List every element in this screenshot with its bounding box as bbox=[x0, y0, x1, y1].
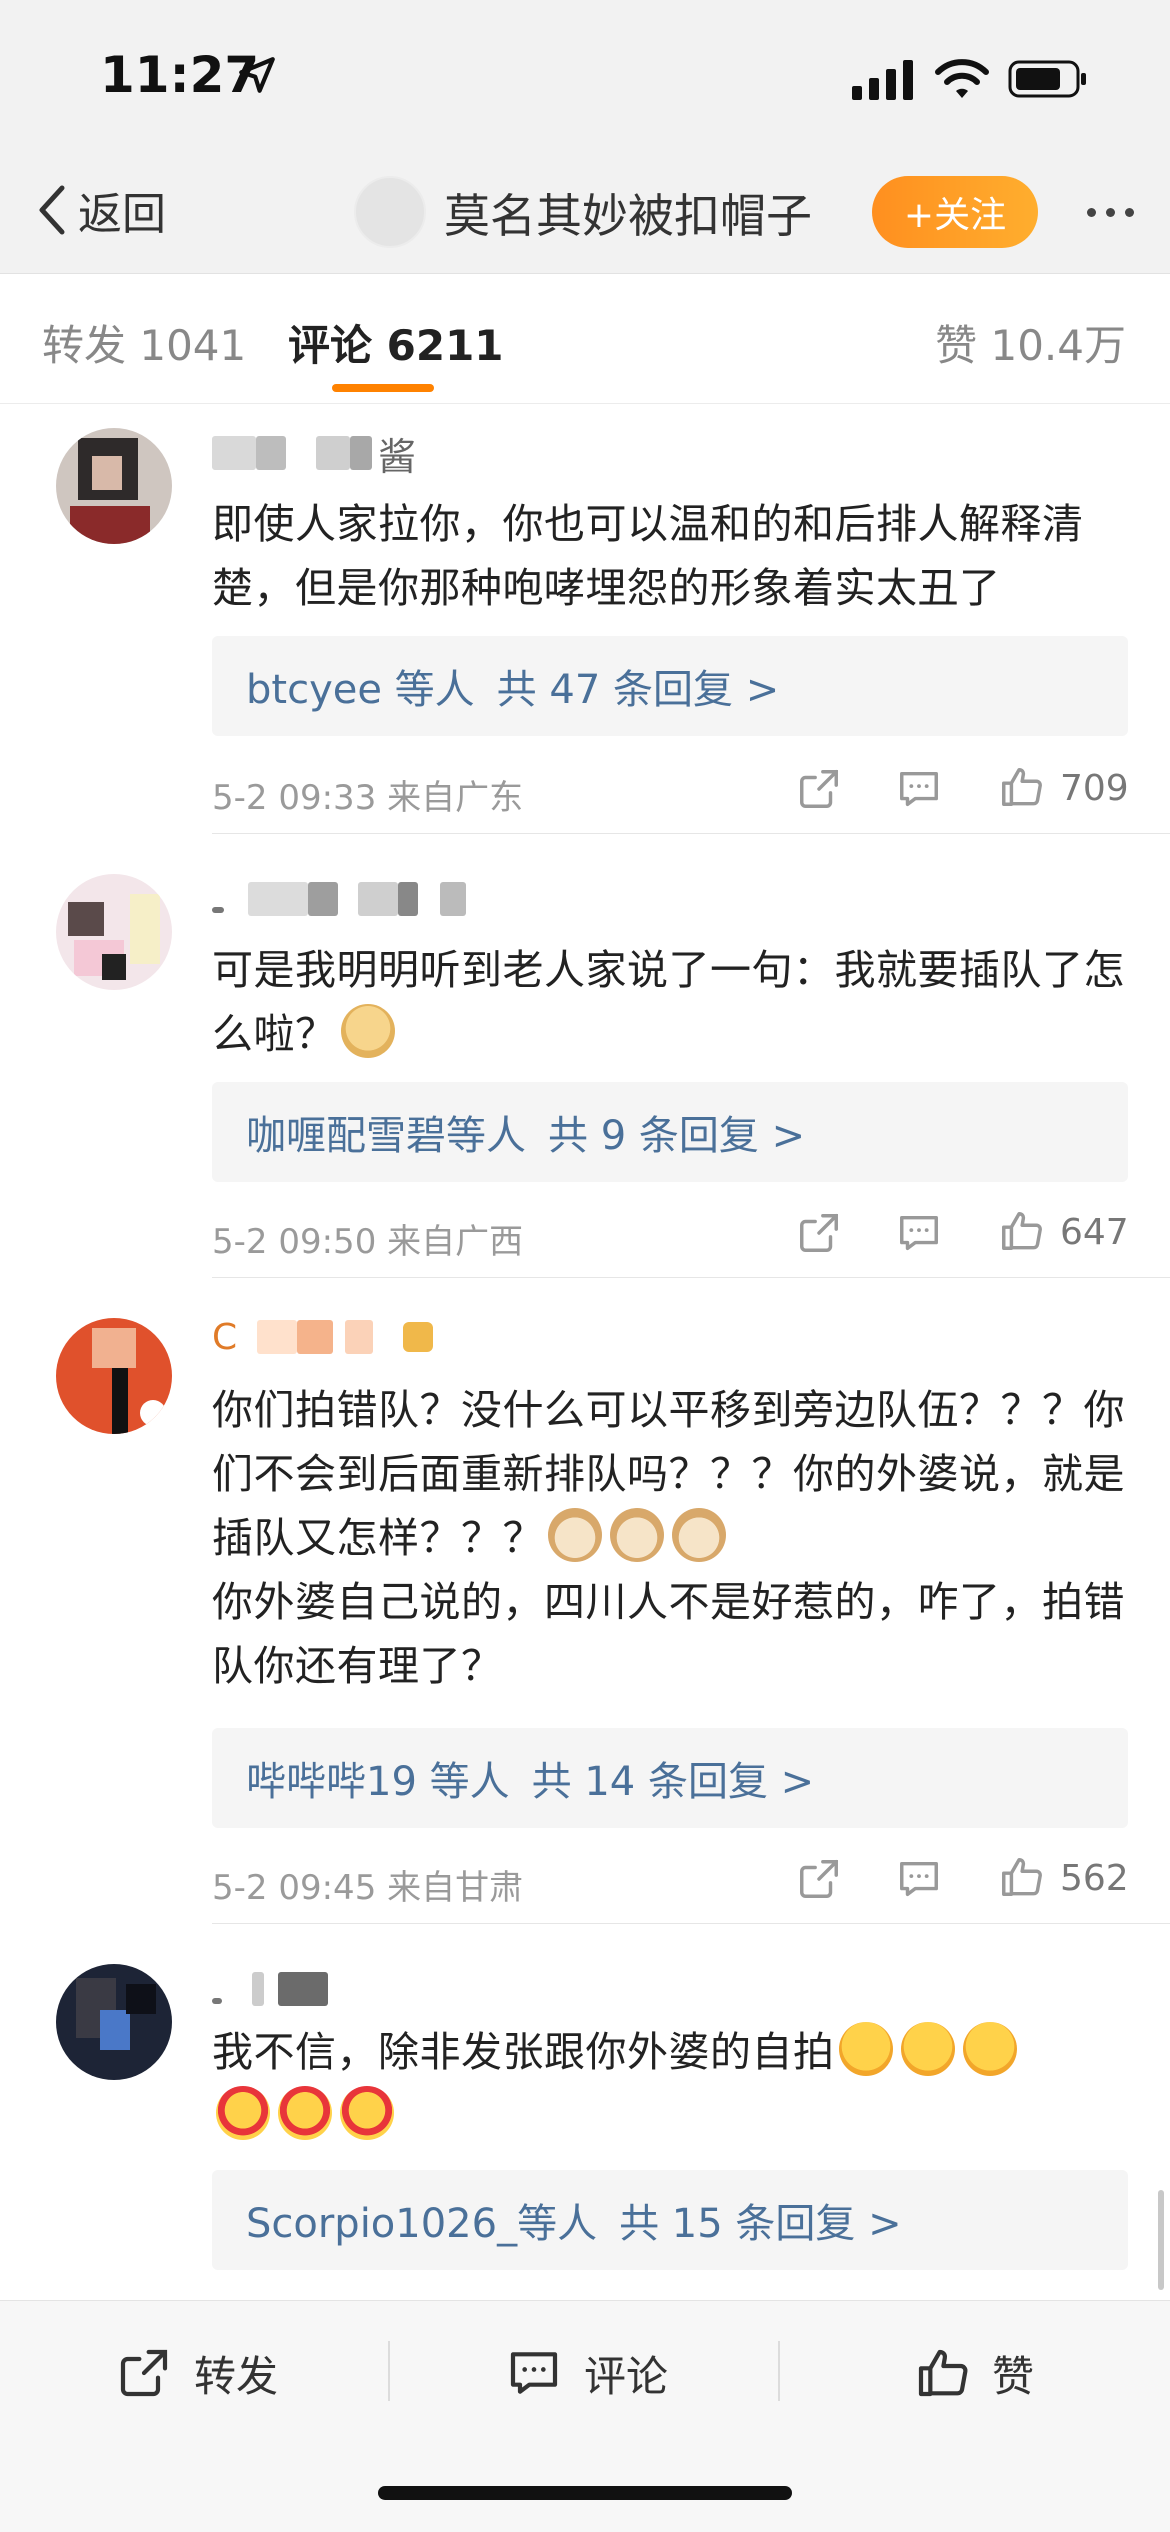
avatar[interactable] bbox=[56, 1318, 172, 1434]
avatar[interactable] bbox=[56, 428, 172, 544]
reply-count: 共 14 条回复 > bbox=[531, 1759, 815, 1805]
comment-icon bbox=[510, 2352, 558, 2394]
comment-meta: 5-2 09:45 来自甘肃 bbox=[212, 1868, 524, 1908]
tab-repost[interactable]: 转发 1041 bbox=[42, 312, 246, 373]
wifi-icon bbox=[935, 59, 989, 98]
pleading-face-emoji-icon bbox=[962, 2022, 1017, 2076]
reply-users: btcyee 等人 bbox=[246, 667, 475, 713]
repost-button[interactable]: 转发 bbox=[116, 2333, 278, 2413]
comment-icon[interactable] bbox=[896, 1856, 942, 1902]
heart-eyes-emoji-icon bbox=[216, 2086, 270, 2140]
username[interactable] bbox=[212, 880, 466, 918]
comment-icon[interactable] bbox=[896, 766, 942, 812]
comment-button[interactable]: 评论 bbox=[506, 2333, 668, 2413]
more-dots-icon bbox=[1086, 207, 1096, 217]
cat-emoji-icon bbox=[548, 1508, 602, 1562]
cat-emoji-icon bbox=[610, 1508, 664, 1562]
more-button[interactable] bbox=[1072, 180, 1148, 244]
avatar[interactable] bbox=[56, 1964, 172, 2080]
comment-text: 我不信，除非发张跟你外婆的自拍 bbox=[212, 2020, 1132, 2148]
share-icon[interactable] bbox=[796, 1856, 842, 1902]
comment-meta: 5-2 09:33 来自广东 bbox=[212, 778, 524, 818]
active-tab-indicator bbox=[332, 384, 434, 392]
like-button[interactable]: 赞 bbox=[914, 2333, 1034, 2413]
avatar[interactable] bbox=[56, 874, 172, 990]
scrollbar[interactable] bbox=[1158, 2190, 1164, 2290]
status-bar: 11:27 bbox=[0, 0, 1170, 150]
like-icon[interactable] bbox=[998, 1854, 1044, 1900]
replies-box[interactable]: 哔哔哔19 等人 共 14 条回复 > bbox=[212, 1728, 1128, 1828]
reply-count: 共 15 条回复 > bbox=[619, 2201, 902, 2247]
comment-text: 即使人家拉你，你也可以温和的和后排人解释清楚，但是你那种咆哮埋怨的形象着实太丑了 bbox=[212, 500, 1084, 612]
tab-comments[interactable]: 评论 6211 bbox=[288, 312, 504, 373]
reply-count: 共 9 条回复 > bbox=[548, 1113, 806, 1159]
comment-item: 可是我明明听到老人家说了一句：我就要插队了怎么啦？ 咖喱配雪碧等人 共 9 条回… bbox=[0, 834, 1170, 1278]
like-count: 562 bbox=[1060, 1858, 1129, 1899]
back-chevron-icon bbox=[39, 185, 65, 235]
comment-icon[interactable] bbox=[896, 1210, 942, 1256]
comment-text: 你们拍错队？没什么可以平移到旁边队伍？？？你们不会到后面重新排队吗？？？你的外婆… bbox=[212, 1386, 1125, 1690]
divider bbox=[778, 2341, 780, 2401]
comment-item: C 你们拍错队？没什么可以平移到旁边队伍？？？你们不会到后面重新排队吗？？？你的… bbox=[0, 1278, 1170, 1924]
member-badge-icon bbox=[403, 1322, 434, 1352]
username[interactable]: C bbox=[212, 1317, 434, 1358]
like-count: 709 bbox=[1060, 768, 1129, 809]
back-label: 返回 bbox=[78, 189, 166, 240]
comment-meta: 5-2 09:50 来自广西 bbox=[212, 1222, 524, 1262]
username[interactable] bbox=[212, 1970, 328, 2008]
page-title: 莫名其妙被扣帽子 bbox=[444, 189, 812, 243]
author-avatar[interactable] bbox=[354, 176, 426, 248]
like-count: 647 bbox=[1060, 1212, 1129, 1253]
reply-users: 哔哔哔19 等人 bbox=[246, 1759, 510, 1805]
comment-item: 我不信，除非发张跟你外婆的自拍 Scorpio1026_等人 共 15 条回复 … bbox=[0, 1924, 1170, 2300]
battery-icon bbox=[1008, 60, 1086, 98]
tab-bar: 转发 1041 评论 6211 赞 10.4万 bbox=[0, 274, 1170, 404]
comment-label: 评论 bbox=[584, 2351, 669, 2401]
home-indicator bbox=[378, 2486, 792, 2500]
heart-eyes-emoji-icon bbox=[340, 2086, 394, 2140]
nav-bar: 返回 莫名其妙被扣帽子 +关注 bbox=[0, 150, 1170, 274]
like-icon[interactable] bbox=[998, 1208, 1044, 1254]
share-icon bbox=[120, 2349, 168, 2397]
like-label: 赞 bbox=[992, 2351, 1035, 2401]
repost-label: 转发 bbox=[194, 2351, 279, 2401]
doge-emoji-icon bbox=[340, 1004, 395, 1058]
divider bbox=[388, 2341, 390, 2401]
comment-text: 可是我明明听到老人家说了一句：我就要插队了怎么啦？ bbox=[212, 946, 1125, 1058]
pleading-face-emoji-icon bbox=[900, 2022, 955, 2076]
comment-item: 酱 即使人家拉你，你也可以温和的和后排人解释清楚，但是你那种咆哮埋怨的形象着实太… bbox=[0, 404, 1170, 834]
reply-users: Scorpio1026_等人 bbox=[246, 2201, 598, 2247]
pleading-face-emoji-icon bbox=[838, 2022, 893, 2076]
location-arrow-icon bbox=[239, 57, 275, 93]
share-icon[interactable] bbox=[796, 1210, 842, 1256]
heart-eyes-emoji-icon bbox=[278, 2086, 332, 2140]
reply-users: 咖喱配雪碧等人 bbox=[246, 1113, 526, 1159]
like-icon[interactable] bbox=[998, 764, 1044, 810]
reply-count: 共 47 条回复 > bbox=[496, 667, 780, 713]
like-icon bbox=[918, 2349, 968, 2397]
cat-emoji-icon bbox=[672, 1508, 726, 1562]
replies-box[interactable]: btcyee 等人 共 47 条回复 > bbox=[212, 636, 1128, 736]
follow-button[interactable]: +关注 bbox=[872, 176, 1038, 248]
replies-box[interactable]: 咖喱配雪碧等人 共 9 条回复 > bbox=[212, 1082, 1128, 1182]
replies-box[interactable]: Scorpio1026_等人 共 15 条回复 > bbox=[212, 2170, 1128, 2270]
signal-icon bbox=[852, 60, 913, 100]
username[interactable]: 酱 bbox=[212, 434, 416, 479]
back-button[interactable]: 返回 bbox=[32, 170, 166, 250]
tab-likes[interactable]: 赞 10.4万 bbox=[935, 312, 1126, 373]
share-icon[interactable] bbox=[796, 766, 842, 812]
